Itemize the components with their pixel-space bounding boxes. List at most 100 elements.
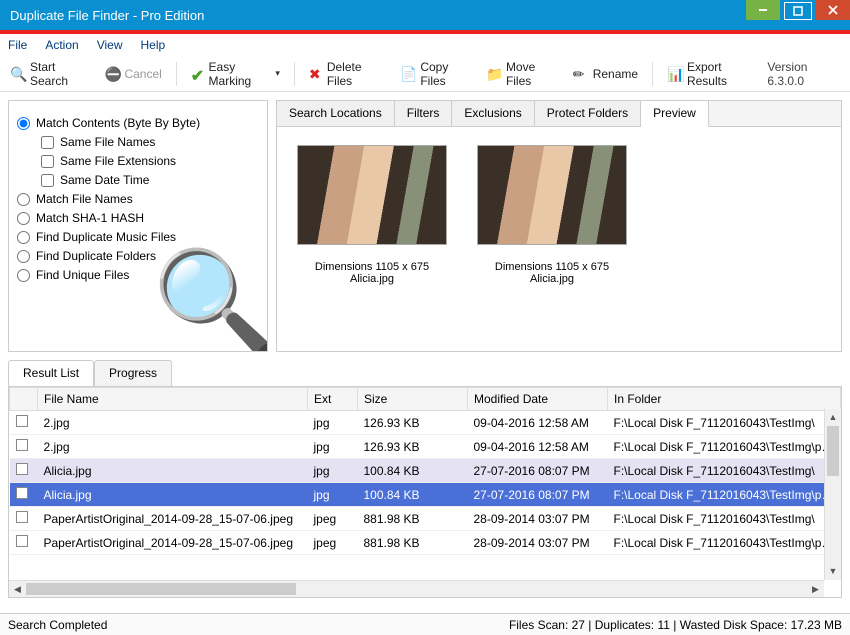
opt-unique[interactable]: Find Unique Files	[17, 268, 259, 282]
opt-match-names[interactable]: Match File Names	[17, 192, 259, 206]
col-check[interactable]	[10, 388, 38, 411]
hscroll-thumb[interactable]	[26, 583, 296, 595]
tab-result-list[interactable]: Result List	[8, 360, 94, 386]
cell-date: 27-07-2016 08:07 PM	[468, 459, 608, 483]
cell-folder: F:\Local Disk F_7112016043\TestImg\prote	[608, 435, 841, 459]
rename-button[interactable]: Rename	[569, 64, 642, 84]
col-date[interactable]: Modified Date	[468, 388, 608, 411]
scroll-up-icon[interactable]: ▲	[825, 409, 841, 426]
table-row[interactable]: PaperArtistOriginal_2014-09-28_15-07-06.…	[10, 531, 841, 555]
preview-thumb-1: Dimensions 1105 x 675 Alicia.jpg	[297, 145, 447, 333]
lower-tabstrip: Result List Progress	[0, 360, 850, 386]
preview-1-dimensions: Dimensions 1105 x 675	[297, 261, 447, 273]
table-row[interactable]: Alicia.jpgjpg100.84 KB27-07-2016 08:07 P…	[10, 459, 841, 483]
menubar: File Action View Help	[0, 34, 850, 56]
col-folder[interactable]: In Folder	[608, 388, 841, 411]
copy-files-button[interactable]: Copy Files	[396, 58, 472, 90]
menu-action[interactable]: Action	[45, 38, 78, 52]
maximize-button[interactable]	[784, 2, 812, 20]
preview-image-2	[477, 145, 627, 245]
cell-folder: F:\Local Disk F_7112016043\TestImg\	[608, 507, 841, 531]
cell-date: 28-09-2014 03:07 PM	[468, 531, 608, 555]
cell-date: 28-09-2014 03:07 PM	[468, 507, 608, 531]
cancel-button[interactable]: Cancel	[100, 64, 165, 84]
table-row[interactable]: PaperArtistOriginal_2014-09-28_15-07-06.…	[10, 507, 841, 531]
cell-folder: F:\Local Disk F_7112016043\TestImg\	[608, 459, 841, 483]
table-row[interactable]: 2.jpgjpg126.93 KB09-04-2016 12:58 AMF:\L…	[10, 411, 841, 435]
vertical-scrollbar[interactable]: ▲▼	[824, 409, 841, 580]
cell-folder: F:\Local Disk F_7112016043\TestImg\prote	[608, 483, 841, 507]
scroll-right-icon[interactable]: ▶	[807, 581, 824, 598]
export-icon	[667, 66, 683, 82]
preview-1-filename: Alicia.jpg	[297, 273, 447, 285]
table-row[interactable]: Alicia.jpgjpg100.84 KB27-07-2016 08:07 P…	[10, 483, 841, 507]
check-icon	[191, 66, 205, 82]
menu-file[interactable]: File	[8, 38, 27, 52]
cell-date: 09-04-2016 12:58 AM	[468, 435, 608, 459]
preview-body: Dimensions 1105 x 675 Alicia.jpg Dimensi…	[277, 127, 841, 351]
opt-dup-music[interactable]: Find Duplicate Music Files	[17, 230, 259, 244]
close-button[interactable]	[816, 0, 850, 20]
scroll-left-icon[interactable]: ◀	[9, 581, 26, 598]
rename-icon	[573, 66, 589, 82]
tab-protect-folders[interactable]: Protect Folders	[535, 101, 641, 126]
cell-size: 100.84 KB	[358, 483, 468, 507]
results-grid: File Name Ext Size Modified Date In Fold…	[8, 386, 842, 598]
opt-dup-folders[interactable]: Find Duplicate Folders	[17, 249, 259, 263]
easy-marking-button[interactable]: Easy Marking	[187, 58, 284, 90]
menu-help[interactable]: Help	[141, 38, 166, 52]
delete-icon	[309, 66, 323, 82]
cell-size: 100.84 KB	[358, 459, 468, 483]
table-row[interactable]: 2.jpgjpg126.93 KB09-04-2016 12:58 AMF:\L…	[10, 435, 841, 459]
row-checkbox[interactable]	[16, 487, 28, 499]
col-size[interactable]: Size	[358, 388, 468, 411]
move-icon	[486, 66, 502, 82]
opt-same-ext[interactable]: Same File Extensions	[41, 154, 259, 168]
opt-same-date[interactable]: Same Date Time	[41, 173, 259, 187]
col-ext[interactable]: Ext	[308, 388, 358, 411]
export-results-button[interactable]: Export Results	[663, 58, 757, 90]
move-files-button[interactable]: Move Files	[482, 58, 559, 90]
minimize-button[interactable]	[746, 0, 780, 20]
row-checkbox[interactable]	[16, 415, 28, 427]
row-checkbox[interactable]	[16, 463, 28, 475]
row-checkbox[interactable]	[16, 439, 28, 451]
cell-date: 27-07-2016 08:07 PM	[468, 483, 608, 507]
tab-search-locations[interactable]: Search Locations	[277, 101, 395, 126]
delete-files-button[interactable]: Delete Files	[305, 58, 387, 90]
status-left: Search Completed	[8, 618, 107, 632]
cell-size: 881.98 KB	[358, 531, 468, 555]
col-filename[interactable]: File Name	[38, 388, 308, 411]
preview-thumb-2: Dimensions 1105 x 675 Alicia.jpg	[477, 145, 627, 333]
cell-filename: 2.jpg	[38, 411, 308, 435]
cell-size: 126.93 KB	[358, 411, 468, 435]
window-title: Duplicate File Finder - Pro Edition	[10, 8, 742, 23]
opt-match-sha[interactable]: Match SHA-1 HASH	[17, 211, 259, 225]
start-search-button[interactable]: Start Search	[6, 58, 90, 90]
tab-progress[interactable]: Progress	[94, 360, 172, 386]
row-checkbox[interactable]	[16, 511, 28, 523]
tab-filters[interactable]: Filters	[395, 101, 453, 126]
copy-icon	[400, 66, 416, 82]
preview-2-filename: Alicia.jpg	[477, 273, 627, 285]
opt-same-names[interactable]: Same File Names	[41, 135, 259, 149]
grid-header-row: File Name Ext Size Modified Date In Fold…	[10, 388, 841, 411]
menu-view[interactable]: View	[97, 38, 123, 52]
version-label: Version 6.3.0.0	[767, 60, 844, 88]
preview-2-dimensions: Dimensions 1105 x 675	[477, 261, 627, 273]
options-panel: 🔍 Match Contents (Byte By Byte) Same Fil…	[8, 100, 268, 352]
cancel-icon	[104, 66, 120, 82]
horizontal-scrollbar[interactable]: ◀▶	[9, 580, 824, 597]
opt-match-contents[interactable]: Match Contents (Byte By Byte)	[17, 116, 259, 130]
cell-ext: jpg	[308, 483, 358, 507]
row-checkbox[interactable]	[16, 535, 28, 547]
tab-exclusions[interactable]: Exclusions	[452, 101, 534, 126]
tab-preview[interactable]: Preview	[641, 101, 709, 127]
right-panel: Search Locations Filters Exclusions Prot…	[276, 100, 842, 352]
scroll-down-icon[interactable]: ▼	[825, 563, 841, 580]
cell-ext: jpg	[308, 435, 358, 459]
scroll-thumb[interactable]	[827, 426, 839, 476]
cell-filename: Alicia.jpg	[38, 483, 308, 507]
status-right: Files Scan: 27 | Duplicates: 11 | Wasted…	[509, 618, 842, 632]
cell-filename: 2.jpg	[38, 435, 308, 459]
